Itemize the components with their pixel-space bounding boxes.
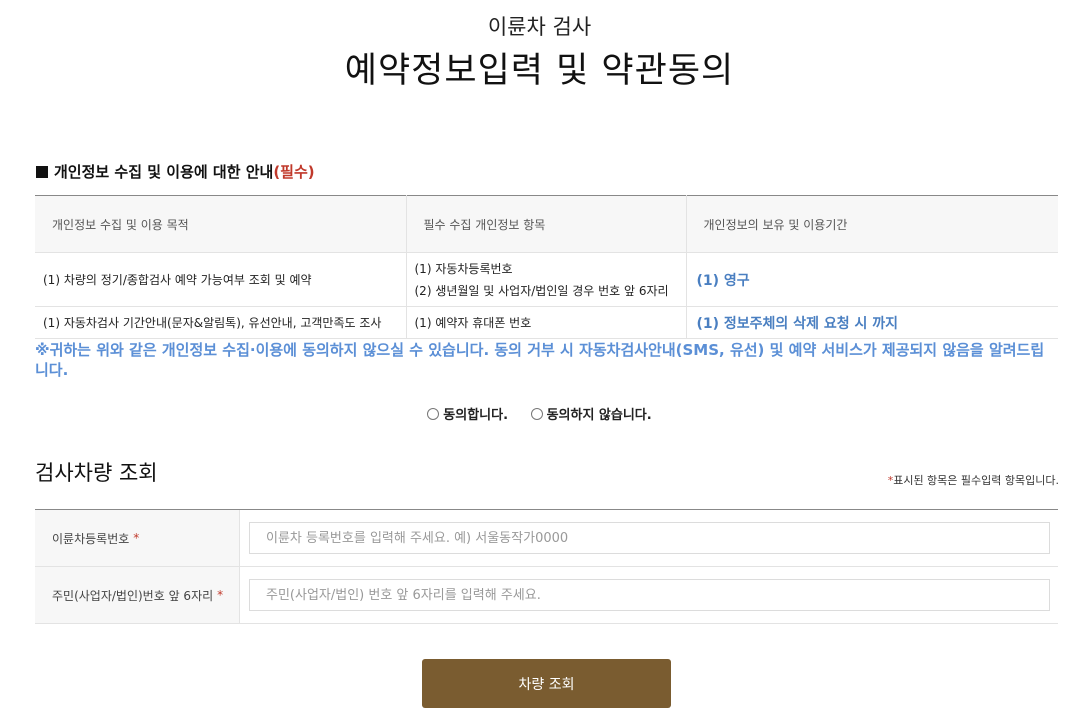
registration-number-input[interactable] [249,522,1050,554]
vehicle-lookup-button[interactable]: 차량 조회 [422,659,671,708]
table-row: (1) 차량의 정기/종합검사 예약 가능여부 조회 및 예약 (1) 자동차등… [35,252,1058,307]
column-header-purpose: 개인정보 수집 및 이용 목적 [35,195,407,253]
registration-field-cell [240,510,1058,566]
lookup-section-title: 검사차량 조회 [35,461,158,485]
privacy-table-header: 개인정보 수집 및 이용 목적 필수 수집 개인정보 항목 개인정보의 보유 및… [35,195,1058,253]
agree-label: 동의합니다. [443,408,509,423]
disagree-option[interactable]: 동의하지 않습니다. [530,404,652,423]
item-text: (1) 자동차등록번호 [414,261,513,276]
column-header-items: 필수 수집 개인정보 항목 [406,195,687,253]
item-text: (2) 생년월일 및 사업자/법인일 경우 번호 앞 6자리 [414,283,669,298]
items-cell: (1) 자동차등록번호 (2) 생년월일 및 사업자/법인일 경우 번호 앞 6… [406,252,687,307]
agree-option[interactable]: 동의합니다. [427,404,508,423]
period-cell: (1) 정보주체의 삭제 요청 시 까지 [686,306,1058,339]
purpose-cell: (1) 자동차검사 기간안내(문자&알림톡), 유선안내, 고객만족도 조사 [35,306,407,339]
vehicle-lookup-form: 이륜차등록번호 * 주민(사업자/법인)번호 앞 6자리 * [35,509,1058,624]
required-note-text: 표시된 항목은 필수입력 항목입니다. [893,474,1059,487]
required-star: * [217,588,224,602]
page-title: 예약정보입력 및 약관동의 [344,51,735,91]
id-number-field-cell [240,567,1058,623]
registration-label-text: 이륜차등록번호 [52,531,130,546]
column-header-period: 개인정보의 보유 및 이용기간 [686,195,1058,253]
required-tag: (필수) [273,163,315,181]
table-row: (1) 자동차검사 기간안내(문자&알림톡), 유선안내, 고객만족도 조사 (… [35,306,1058,339]
disagree-radio[interactable] [530,407,543,420]
required-note: *표시된 항목은 필수입력 항목입니다. [888,472,1059,488]
form-row-registration: 이륜차등록번호 * [35,510,1058,567]
required-star: * [133,531,140,545]
square-bullet-icon [36,166,48,178]
registration-label: 이륜차등록번호 * [35,510,240,566]
privacy-notice: ※귀하는 위와 같은 개인정보 수집·이용에 동의하지 않으실 수 있습니다. … [35,341,1045,379]
items-cell: (1) 예약자 휴대폰 번호 [406,306,687,339]
form-row-id-number: 주민(사업자/법인)번호 앞 6자리 * [35,567,1058,624]
id-number-input[interactable] [249,579,1050,611]
purpose-cell: (1) 차량의 정기/종합검사 예약 가능여부 조회 및 예약 [35,252,407,307]
disagree-label: 동의하지 않습니다. [546,408,652,423]
privacy-section-heading: 개인정보 수집 및 이용에 대한 안내(필수) [36,160,315,184]
consent-radio-group: 동의합니다. 동의하지 않습니다. [0,404,1079,424]
privacy-table: 개인정보 수집 및 이용 목적 필수 수집 개인정보 항목 개인정보의 보유 및… [35,195,1058,339]
id-number-label-text: 주민(사업자/법인)번호 앞 6자리 [52,588,214,603]
page-header: 이륜차 검사 예약정보입력 및 약관동의 [0,12,1079,96]
id-number-label: 주민(사업자/법인)번호 앞 6자리 * [35,567,240,623]
period-cell: (1) 영구 [686,252,1058,307]
agree-radio[interactable] [427,407,440,420]
page-subtitle: 이륜차 검사 [487,15,592,39]
item-text: (1) 예약자 휴대폰 번호 [414,315,532,330]
privacy-heading-text: 개인정보 수집 및 이용에 대한 안내 [54,163,274,181]
